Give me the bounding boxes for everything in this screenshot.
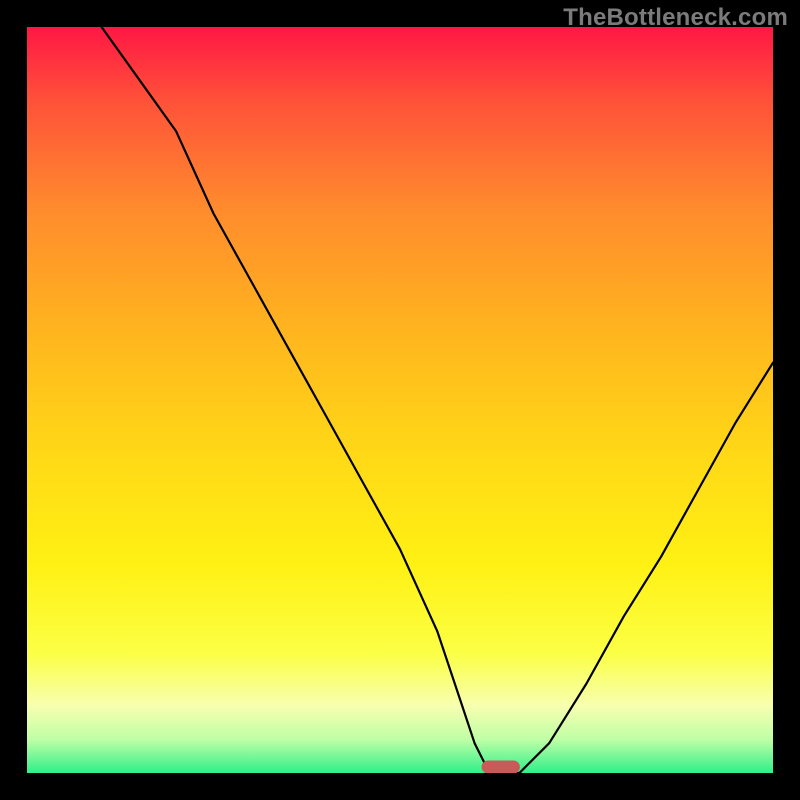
chart-frame: TheBottleneck.com — [0, 0, 800, 800]
plot-svg — [27, 27, 773, 773]
optimal-marker — [482, 761, 519, 773]
watermark-text: TheBottleneck.com — [563, 4, 788, 32]
gradient-background — [27, 27, 773, 773]
plot-area — [27, 27, 773, 773]
